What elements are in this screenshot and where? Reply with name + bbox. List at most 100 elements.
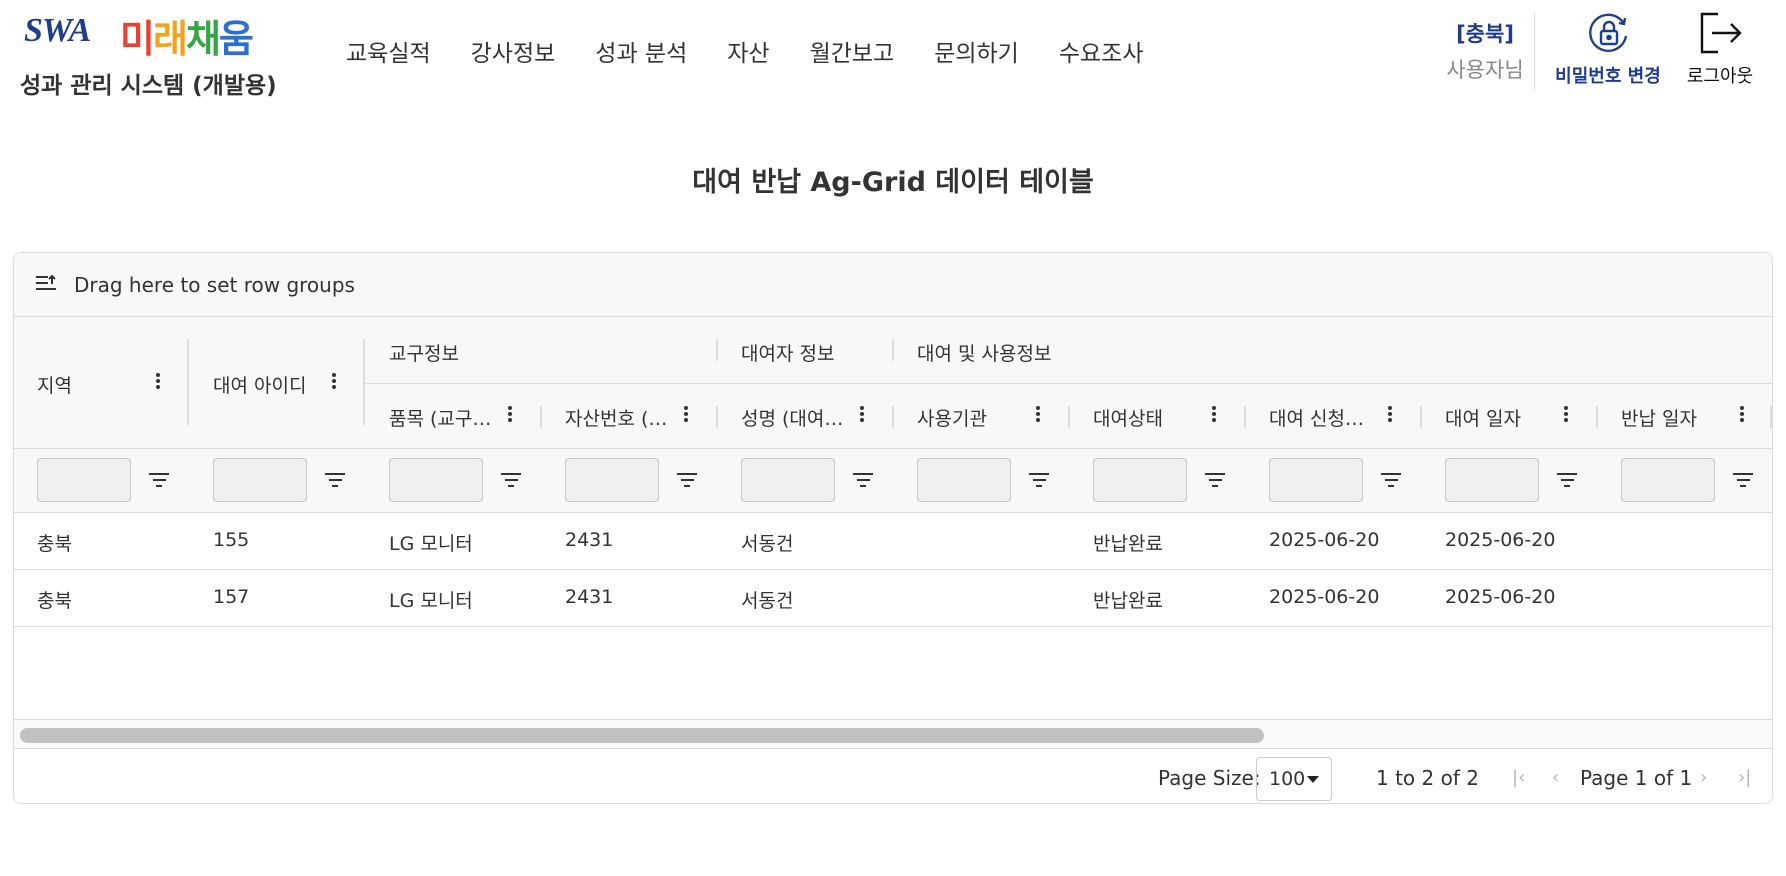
nav-item-inquiry[interactable]: 문의하기 (934, 34, 1019, 68)
column-separator[interactable] (363, 339, 365, 425)
column-menu-icon[interactable] (683, 404, 689, 424)
filter-icon[interactable] (853, 473, 873, 489)
filter-icon[interactable] (501, 473, 521, 489)
filter-input[interactable] (389, 458, 483, 502)
filter-input[interactable] (917, 458, 1011, 502)
column-header-organization[interactable]: 사용기관 (917, 404, 987, 431)
cell-item: LG 모니터 (389, 533, 473, 555)
column-header-item[interactable]: 품목 (교구… (389, 404, 499, 431)
filter-input[interactable] (213, 458, 307, 502)
cell-rental-date: 2025-06-20 (1445, 529, 1556, 551)
nav-item-survey[interactable]: 수요조사 (1059, 34, 1144, 68)
column-header-rental-id[interactable]: 대여 아이디 (213, 371, 306, 398)
cell-asset-no: 2431 (565, 586, 614, 608)
column-header-region[interactable]: 지역 (37, 371, 72, 398)
column-separator[interactable] (716, 406, 718, 428)
cell-rental-status: 반납완료 (1093, 533, 1163, 555)
filter-icon[interactable] (1733, 473, 1753, 489)
header-divider (1534, 12, 1535, 90)
column-menu-icon[interactable] (1387, 404, 1393, 424)
caret-down-icon (1307, 776, 1319, 783)
next-page-icon[interactable]: › (1700, 767, 1718, 788)
column-menu-icon[interactable] (331, 371, 337, 391)
logo[interactable]: SWA 미래채움 (20, 6, 290, 61)
nav-item-instructor[interactable]: 강사정보 (471, 34, 556, 68)
filter-icon[interactable] (1205, 473, 1225, 489)
filter-icon[interactable] (1381, 473, 1401, 489)
filter-icon[interactable] (677, 473, 697, 489)
column-header-return-date[interactable]: 반납 일자 (1621, 404, 1697, 431)
previous-page-icon[interactable]: ‹ (1552, 767, 1570, 788)
pagination-panel: Page Size: 100 1 to 2 of 2 |‹ ‹ Page 1 o… (14, 749, 1772, 803)
cell-asset-no: 2431 (565, 529, 614, 551)
data-grid: Drag here to set row groups 교구정보 대여자 정보 … (13, 252, 1773, 804)
cell-rental-status: 반납완료 (1093, 590, 1163, 612)
column-menu-icon[interactable] (1035, 404, 1041, 424)
filter-input[interactable] (1269, 458, 1363, 502)
filter-icon[interactable] (149, 473, 169, 489)
horizontal-scrollbar-thumb[interactable] (20, 728, 1264, 743)
filter-input[interactable] (37, 458, 131, 502)
logo-korean-text: 미래채움 (120, 17, 254, 61)
cell-request-date: 2025-06-20 (1269, 529, 1380, 551)
table-row[interactable]: 충북 155 LG 모니터 2431 서동건 반납완료 2025-06-20 2… (14, 513, 1772, 570)
filter-input[interactable] (1445, 458, 1539, 502)
column-separator[interactable] (1244, 406, 1246, 428)
column-header-rental-status[interactable]: 대여상태 (1093, 404, 1163, 431)
column-separator[interactable] (1420, 406, 1422, 428)
lock-refresh-icon (1589, 13, 1628, 52)
column-menu-icon[interactable] (507, 404, 513, 424)
filter-input[interactable] (565, 458, 659, 502)
nav-item-monthly-report[interactable]: 월간보고 (810, 34, 895, 68)
page-title: 대여 반납 Ag-Grid 데이터 테이블 (692, 167, 1094, 198)
page-size-value: 100 (1269, 768, 1306, 790)
filter-icon[interactable] (1029, 473, 1049, 489)
column-separator[interactable] (1068, 406, 1070, 428)
cell-borrower-name: 서동건 (741, 533, 794, 555)
horizontal-scrollbar[interactable] (14, 719, 1772, 749)
column-separator[interactable] (892, 406, 894, 428)
change-password-label: 비밀번호 변경 (1555, 66, 1661, 87)
change-password-button[interactable]: 비밀번호 변경 (1548, 8, 1668, 88)
nav-item-analysis[interactable]: 성과 분석 (595, 34, 687, 68)
row-group-panel[interactable]: Drag here to set row groups (14, 253, 1772, 317)
main-nav: 교육실적 강사정보 성과 분석 자산 월간보고 문의하기 수요조사 (346, 34, 1183, 68)
nav-item-assets[interactable]: 자산 (727, 34, 769, 68)
table-row[interactable]: 충북 157 LG 모니터 2431 서동건 반납완료 2025-06-20 2… (14, 570, 1772, 627)
nav-item-education[interactable]: 교육실적 (346, 34, 431, 68)
logo-swa-text: SWA (24, 12, 91, 49)
column-menu-icon[interactable] (1739, 404, 1745, 424)
filter-input[interactable] (1093, 458, 1187, 502)
cell-region: 충북 (37, 533, 72, 555)
first-page-icon[interactable]: |‹ (1512, 767, 1530, 788)
cell-region: 충북 (37, 590, 72, 612)
cell-borrower-name: 서동건 (741, 590, 794, 612)
column-header-request-date[interactable]: 대여 신청… (1269, 404, 1379, 431)
column-menu-icon[interactable] (859, 404, 865, 424)
filter-icon[interactable] (1557, 473, 1577, 489)
column-menu-icon[interactable] (155, 371, 161, 391)
cell-rental-id: 155 (213, 529, 250, 551)
column-menu-icon[interactable] (1563, 404, 1569, 424)
column-separator[interactable] (1770, 406, 1772, 428)
column-separator[interactable] (540, 406, 542, 428)
cell-rental-date: 2025-06-20 (1445, 586, 1556, 608)
filter-row-divider (14, 448, 1772, 449)
user-name: 사용자님 (1446, 58, 1524, 82)
logout-button[interactable]: 로그아웃 (1680, 8, 1760, 88)
filter-icon[interactable] (325, 473, 345, 489)
filter-input[interactable] (1621, 458, 1715, 502)
last-page-icon[interactable]: ›| (1738, 767, 1756, 788)
column-separator[interactable] (187, 339, 189, 425)
column-header-borrower-name[interactable]: 성명 (대여… (741, 404, 851, 431)
cell-rental-id: 157 (213, 586, 250, 608)
filter-input[interactable] (741, 458, 835, 502)
column-group-label: 교구정보 (389, 343, 459, 365)
column-separator (892, 339, 894, 361)
column-separator[interactable] (1596, 406, 1598, 428)
column-header-rental-date[interactable]: 대여 일자 (1445, 404, 1521, 431)
page-size-select[interactable]: 100 (1256, 757, 1332, 801)
column-menu-icon[interactable] (1211, 404, 1217, 424)
row-group-text: Drag here to set row groups (74, 273, 355, 297)
column-header-asset-no[interactable]: 자산번호 (… (565, 404, 675, 431)
